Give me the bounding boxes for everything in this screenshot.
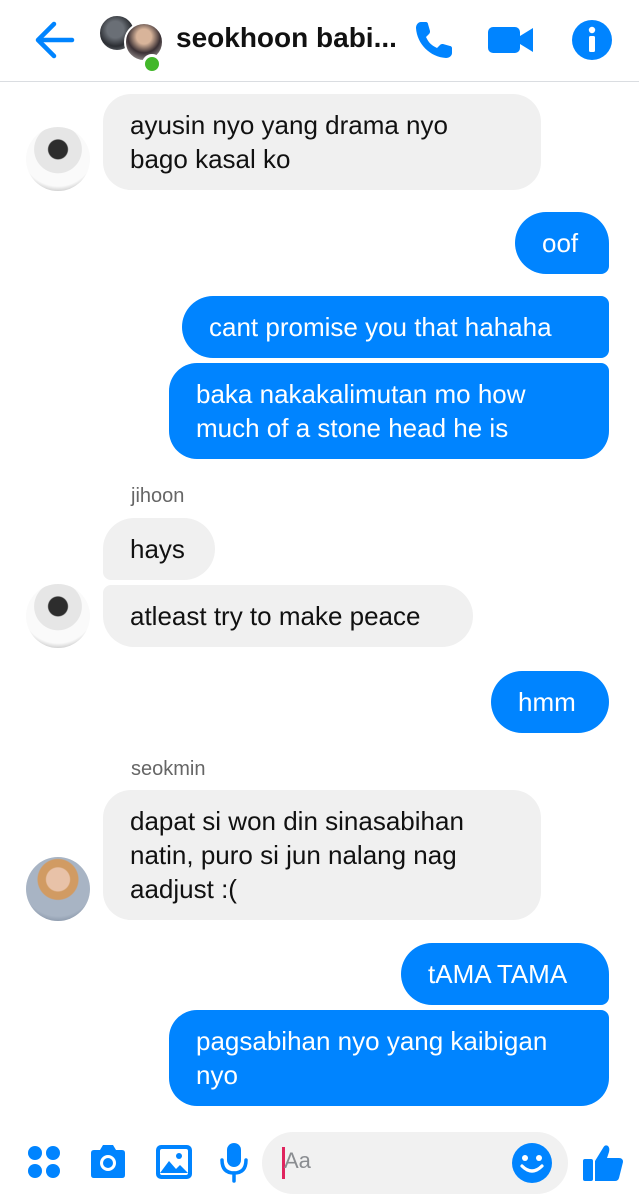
gallery-photo-icon[interactable] [152,1140,196,1184]
group-avatar[interactable] [98,12,164,74]
sender-name: seokmin [131,758,206,780]
message-input[interactable]: Aa [262,1132,568,1194]
message-bubble-outgoing[interactable]: oof [515,212,609,274]
emoji-icon[interactable] [510,1141,554,1185]
sender-name: jihoon [131,485,185,507]
avatar-jihoon[interactable] [26,584,90,648]
message-bubble-incoming[interactable]: atleast try to make peace [103,585,473,647]
message-bubble-incoming[interactable]: ayusin nyo yang drama nyo bago kasal ko [103,94,541,190]
message-thread[interactable]: ayusin nyo yang drama nyo bago kasal ko … [0,82,639,1122]
online-status-dot [142,54,162,74]
chat-title[interactable]: seokhoon babi... [176,22,397,54]
message-bubble-outgoing[interactable]: hmm [491,671,609,733]
camera-icon[interactable] [86,1140,130,1184]
message-bubble-outgoing[interactable]: baka nakakalimutan mo how much of a ston… [169,363,609,459]
phone-call-icon[interactable] [412,18,456,62]
thumbs-up-icon[interactable] [580,1140,626,1184]
message-bubble-incoming[interactable]: dapat si won din sinasabihan natin, puro… [103,790,541,920]
message-bubble-incoming[interactable]: hays [103,518,215,580]
chat-header: seokhoon babi... [0,0,639,82]
message-bubble-outgoing[interactable]: pagsabihan nyo yang kaibigan nyo [169,1010,609,1106]
message-input-placeholder: Aa [284,1148,311,1173]
avatar-jihoon[interactable] [26,127,90,191]
info-icon[interactable] [570,18,614,62]
message-bubble-outgoing[interactable]: cant promise you that hahaha [182,296,609,358]
more-apps-icon[interactable] [22,1140,66,1184]
message-bubble-outgoing[interactable]: tAMA TAMA [401,943,609,1005]
video-call-icon[interactable] [486,18,536,62]
back-arrow-icon[interactable] [30,18,78,62]
avatar-seokmin[interactable] [26,857,90,921]
microphone-icon[interactable] [214,1140,254,1184]
message-composer: Aa [0,1122,639,1200]
